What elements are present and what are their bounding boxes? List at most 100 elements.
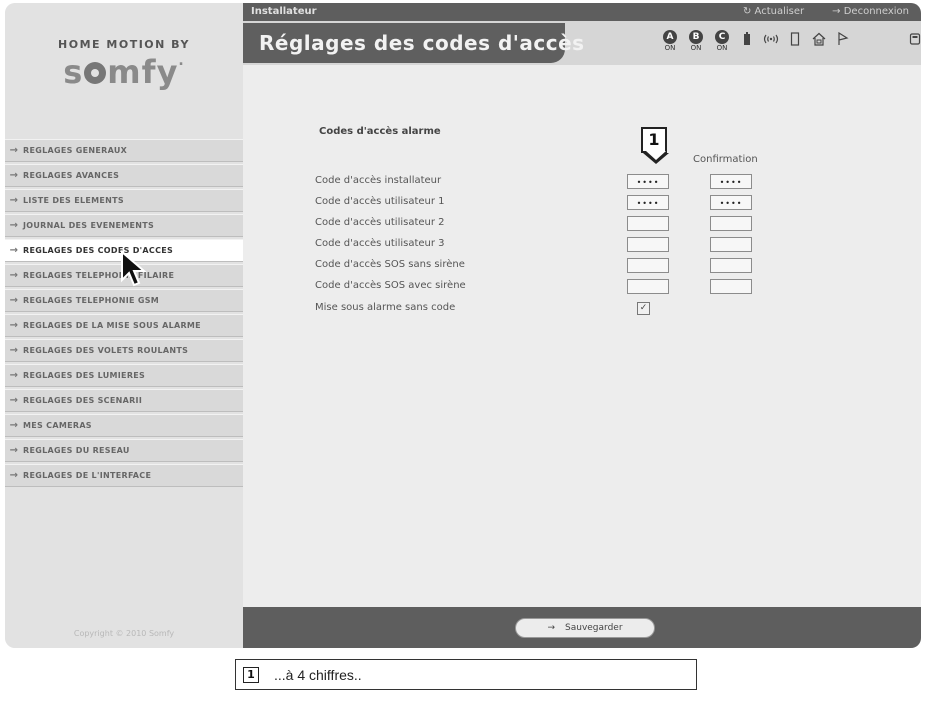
main-content: Codes d'accès alarme 1 Confirmation Code… bbox=[243, 65, 921, 607]
section-title: Codes d'accès alarme bbox=[319, 126, 441, 137]
sidebar-item-reseau[interactable]: → REGLAGES DU RESEAU bbox=[5, 439, 243, 462]
somfy-logo: s mfy. bbox=[63, 53, 185, 91]
checkmark-icon: ✓ bbox=[639, 303, 648, 313]
sidebar-item-reglages-generaux[interactable]: → REGLAGES GENERAUX bbox=[5, 139, 243, 162]
code-input[interactable] bbox=[627, 258, 669, 273]
save-button[interactable]: → Sauvegarder bbox=[515, 618, 655, 638]
somfy-logo-o-icon bbox=[84, 62, 107, 84]
brand-prefix: HOME MOTION BY bbox=[58, 38, 190, 51]
sidebar-item-label: JOURNAL DES EVENEMENTS bbox=[23, 221, 155, 230]
arrow-right-icon: → bbox=[832, 6, 841, 17]
sidebar-item-liste-elements[interactable]: → LISTE DES ELEMENTS bbox=[5, 189, 243, 212]
code-confirm-input[interactable]: •••• bbox=[710, 174, 752, 189]
sidebar-item-label: REGLAGES GENERAUX bbox=[23, 146, 128, 155]
code-input[interactable] bbox=[627, 216, 669, 231]
sidebar-nav: → REGLAGES GENERAUX → REGLAGES AVANCES → LI… bbox=[5, 139, 243, 489]
code-row-sos-avec-sirene: Code d'accès SOS avec sirène bbox=[315, 279, 835, 295]
mouse-cursor-icon bbox=[121, 250, 147, 287]
printer-icon[interactable] bbox=[907, 30, 921, 48]
flag-icon bbox=[835, 30, 851, 48]
legend-number: 1 bbox=[243, 667, 259, 683]
app-window: HOME MOTION BY s mfy. → REGLAGES GENERAUX … bbox=[5, 3, 921, 648]
refresh-icon: ↻ bbox=[742, 6, 752, 17]
sidebar-item-label: REGLAGES DU RESEAU bbox=[23, 446, 130, 455]
code-confirm-input[interactable]: •••• bbox=[710, 195, 752, 210]
code-row-utilisateur-3: Code d'accès utilisateur 3 bbox=[315, 237, 835, 253]
arrow-right-icon: → bbox=[9, 445, 19, 456]
sidebar-item-label: REGLAGES DES VOLETS ROULANTS bbox=[23, 346, 189, 355]
nocode-checkbox[interactable]: ✓ bbox=[637, 302, 650, 315]
sidebar-item-lumieres[interactable]: → REGLAGES DES LUMIERES bbox=[5, 364, 243, 387]
sidebar-item-journal-evenements[interactable]: → JOURNAL DES EVENEMENTS bbox=[5, 214, 243, 237]
code-input[interactable]: •••• bbox=[627, 174, 669, 189]
callout-marker: 1 bbox=[641, 127, 667, 153]
house-icon bbox=[811, 30, 827, 48]
nocode-row: Mise sous alarme sans code ✓ bbox=[315, 301, 835, 317]
arrow-right-icon: → bbox=[9, 195, 19, 206]
callout-arrow-icon bbox=[643, 151, 669, 164]
code-label: Code d'accès utilisateur 3 bbox=[315, 238, 445, 249]
sidebar-item-volets-roulants[interactable]: → REGLAGES DES VOLETS ROULANTS bbox=[5, 339, 243, 362]
legend-text: ...à 4 chiffres.. bbox=[274, 667, 362, 683]
arrow-right-icon: → bbox=[547, 623, 556, 633]
arrow-right-icon: → bbox=[9, 220, 19, 231]
sidebar-item-cameras[interactable]: → MES CAMERAS bbox=[5, 414, 243, 437]
code-row-installateur: Code d'accès installateur •••• •••• bbox=[315, 174, 835, 190]
sidebar-item-mise-sous-alarme[interactable]: → REGLAGES DE LA MISE SOUS ALARME bbox=[5, 314, 243, 337]
sidebar-item-label: REGLAGES DES CODES D'ACCES bbox=[23, 246, 174, 255]
sidebar-item-telephonie-gsm[interactable]: → REGLAGES TELEPHONIE GSM bbox=[5, 289, 243, 312]
refresh-link[interactable]: ↻ Actualiser bbox=[743, 6, 804, 17]
sidebar: HOME MOTION BY s mfy. → REGLAGES GENERAUX … bbox=[5, 3, 243, 648]
sidebar-item-label: REGLAGES TELEPHONIE GSM bbox=[23, 296, 160, 305]
top-links: ↻ Actualiser → Deconnexion bbox=[743, 6, 909, 17]
battery-icon bbox=[739, 30, 755, 48]
sidebar-item-label: LISTE DES ELEMENTS bbox=[23, 196, 124, 205]
sidebar-item-label: REGLAGES DES SCENARII bbox=[23, 396, 143, 405]
legend-box: 1 ...à 4 chiffres.. bbox=[235, 659, 697, 690]
logout-link[interactable]: → Deconnexion bbox=[832, 6, 909, 17]
footer-bar: → Sauvegarder bbox=[243, 607, 921, 648]
confirmation-header: Confirmation bbox=[693, 154, 758, 165]
arrow-right-icon: → bbox=[9, 470, 19, 481]
sidebar-item-interface[interactable]: → REGLAGES DE L'INTERFACE bbox=[5, 464, 243, 487]
arrow-right-icon: → bbox=[9, 345, 19, 356]
zone-a-status[interactable]: A ON bbox=[661, 30, 679, 52]
sidebar-item-label: REGLAGES DE LA MISE SOUS ALARME bbox=[23, 321, 201, 330]
sidebar-item-label: REGLAGES TELEPHONIE FILAIRE bbox=[23, 271, 175, 280]
sidebar-item-label: REGLAGES DE L'INTERFACE bbox=[23, 471, 152, 480]
code-row-sos-sans-sirene: Code d'accès SOS sans sirène bbox=[315, 258, 835, 274]
code-confirm-input[interactable] bbox=[710, 258, 752, 273]
zone-b-status[interactable]: B ON bbox=[687, 30, 705, 52]
title-box: Réglages des codes d'accès bbox=[243, 23, 584, 63]
arrow-right-icon: → bbox=[9, 295, 19, 306]
sidebar-item-label: REGLAGES AVANCES bbox=[23, 171, 120, 180]
arrow-right-icon: → bbox=[9, 245, 19, 256]
copyright: Copyright © 2010 Somfy bbox=[73, 629, 175, 638]
code-confirm-input[interactable] bbox=[710, 279, 752, 294]
sidebar-item-label: REGLAGES DES LUMIERES bbox=[23, 371, 146, 380]
arrow-right-icon: → bbox=[9, 320, 19, 331]
code-label: Code d'accès utilisateur 2 bbox=[315, 217, 445, 228]
nocode-label: Mise sous alarme sans code bbox=[315, 302, 456, 313]
radio-signal-icon bbox=[763, 30, 779, 48]
sidebar-item-label: MES CAMERAS bbox=[23, 421, 92, 430]
sidebar-item-reglages-avances[interactable]: → REGLAGES AVANCES bbox=[5, 164, 243, 187]
code-input[interactable]: •••• bbox=[627, 195, 669, 210]
code-label: Code d'accès utilisateur 1 bbox=[315, 196, 445, 207]
code-confirm-input[interactable] bbox=[710, 237, 752, 252]
sidebar-item-scenarii[interactable]: → REGLAGES DES SCENARII bbox=[5, 389, 243, 412]
code-row-utilisateur-1: Code d'accès utilisateur 1 •••• •••• bbox=[315, 195, 835, 211]
code-confirm-input[interactable] bbox=[710, 216, 752, 231]
code-input[interactable] bbox=[627, 237, 669, 252]
arrow-right-icon: → bbox=[9, 420, 19, 431]
arrow-right-icon: → bbox=[9, 145, 19, 156]
arrow-right-icon: → bbox=[9, 395, 19, 406]
code-label: Code d'accès SOS sans sirène bbox=[315, 259, 465, 270]
user-role: Installateur bbox=[251, 6, 317, 17]
arrow-right-icon: → bbox=[9, 170, 19, 181]
page-title: Réglages des codes d'accès bbox=[259, 31, 585, 55]
arrow-right-icon: → bbox=[9, 270, 19, 281]
zone-c-status[interactable]: C ON bbox=[713, 30, 731, 52]
code-input[interactable] bbox=[627, 279, 669, 294]
arrow-right-icon: → bbox=[9, 370, 19, 381]
